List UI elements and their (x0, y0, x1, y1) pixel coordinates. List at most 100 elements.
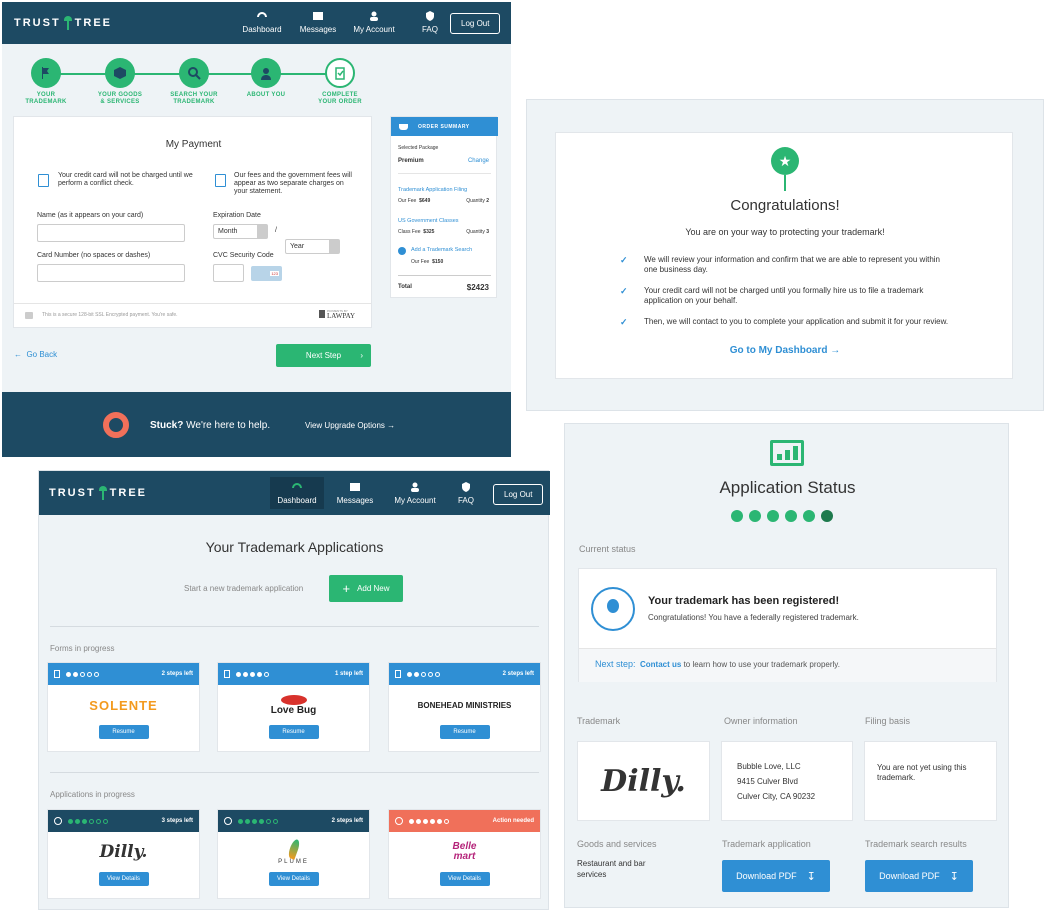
balloon-icon (591, 587, 635, 631)
form-tile-bonehead: 2 steps left BONEHEAD MINISTRIES Resume (388, 662, 541, 752)
next-step-button[interactable]: Next Step › (276, 344, 371, 367)
go-back-link[interactable]: ← Go Back (14, 350, 57, 359)
status-progress-dots (731, 510, 833, 522)
check-icon: ✓ (620, 286, 628, 296)
ribbon-icon (224, 817, 232, 825)
plus-icon: + (342, 581, 351, 596)
download-icon: ↧ (949, 870, 959, 883)
congrats-card: ★ Congratulations! You are on your way t… (555, 132, 1013, 379)
app-tile-dilly: 3 steps left Dilly. View Details (47, 809, 200, 899)
nav-faq[interactable]: FAQ (446, 477, 486, 509)
year-select[interactable]: Year (285, 239, 340, 254)
shield-icon (462, 482, 470, 492)
envelope-icon (350, 483, 360, 491)
gauge-icon (292, 483, 302, 488)
top-nav: TRUST TREE Dashboard Messages My Account … (2, 2, 511, 44)
change-package-link[interactable]: Change (468, 157, 489, 166)
view-upgrade-link[interactable]: View Upgrade Options → (305, 421, 395, 430)
dilly-logo: Dilly. (601, 763, 686, 799)
contact-us-link[interactable]: Contact us (640, 660, 681, 669)
logout-button[interactable]: Log Out (493, 484, 544, 505)
nav-account[interactable]: My Account (347, 10, 401, 34)
bonehead-logo: BONEHEAD MINISTRIES (417, 700, 512, 710)
basket-icon (399, 123, 408, 130)
step-goods: YOUR GOODS & SERVICES (85, 58, 155, 106)
order-summary-header: ORDER SUMMARY (391, 117, 498, 136)
gauge-icon (257, 12, 267, 17)
month-select[interactable]: Month (213, 224, 268, 239)
lawpay-logo: PAYMENTS BY LAWPAY (319, 309, 355, 320)
tree-icon (63, 16, 72, 30)
app-tile-bellemart: Action needed Belle mart View Details (388, 809, 541, 899)
help-footer: Stuck? We're here to help. View Upgrade … (2, 392, 511, 457)
go-to-dashboard-link[interactable]: Go to My Dashboard → (556, 345, 1014, 356)
check-icon: ✓ (620, 255, 628, 265)
lovebug-logo: Love Bug (218, 685, 369, 725)
nav-faq[interactable]: FAQ (403, 10, 457, 34)
name-input[interactable] (37, 224, 185, 242)
expiration-label: Expiration Date (213, 212, 261, 219)
credit-card-icon: 123 (251, 266, 282, 281)
nav-account[interactable]: My Account (386, 477, 444, 509)
search-icon (188, 67, 201, 80)
resume-button[interactable]: Resume (268, 725, 319, 739)
owner-card: Bubble Love, LLC 9415 Culver Blvd Culver… (721, 741, 853, 821)
document-icon (224, 670, 230, 678)
ladybug-icon (280, 694, 307, 705)
lock-icon (25, 312, 33, 319)
bar-chart-icon (770, 440, 804, 466)
ribbon-icon (395, 817, 403, 825)
download-application-button[interactable]: Download PDF ↧ (722, 860, 830, 892)
view-details-button[interactable]: View Details (439, 872, 490, 886)
envelope-icon (313, 12, 323, 20)
resume-button[interactable]: Resume (439, 725, 490, 739)
congrats-panel: ★ Congratulations! You are on your way t… (526, 99, 1044, 411)
download-search-button[interactable]: Download PDF ↧ (865, 860, 973, 892)
arrow-right-icon: → (387, 421, 396, 430)
check-icon: ✓ (620, 317, 628, 327)
dashboard-panel: TRUST TREE Dashboard Messages My Account … (38, 470, 550, 910)
nav-dashboard[interactable]: Dashboard (270, 477, 324, 509)
plume-logo: PLUME (218, 832, 369, 872)
trademark-card: Dilly. (577, 741, 710, 821)
logo: TRUST TREE (14, 16, 113, 30)
view-details-button[interactable]: View Details (98, 872, 149, 886)
chevron-right-icon: › (360, 351, 363, 360)
flag-icon (42, 67, 49, 79)
feather-icon (286, 838, 301, 860)
cvc-input[interactable] (213, 264, 244, 282)
resume-button[interactable]: Resume (98, 725, 149, 739)
step-search: SEARCH YOUR TRADEMARK (159, 58, 229, 106)
card-number-input[interactable] (37, 264, 185, 282)
nav-messages[interactable]: Messages (291, 10, 345, 34)
payment-card: My Payment Your credit card will not be … (13, 116, 372, 328)
order-summary: ORDER SUMMARY Selected Package Premium C… (390, 116, 498, 298)
dashboard-title: Your Trademark Applications (205, 539, 384, 555)
lawpay-shield-icon (319, 310, 325, 318)
form-tile-lovebug: 1 step left Love Bug Resume (217, 662, 370, 752)
order-total: $2423 (466, 283, 489, 292)
bellemart-logo: Belle mart (452, 841, 477, 862)
card-number-label: Card Number (no spaces or dashes) (37, 252, 151, 259)
add-new-button[interactable]: + Add New (329, 575, 403, 602)
clipboard-icon (335, 67, 345, 80)
payment-panel: TRUST TREE Dashboard Messages My Account … (2, 2, 511, 457)
calendar-check-icon (38, 174, 49, 187)
nav-dashboard[interactable]: Dashboard (235, 10, 289, 34)
shield-icon (426, 11, 434, 21)
congrats-subtitle: You are on your way to protecting your t… (685, 227, 885, 237)
status-panel: Application Status Current status Your t… (564, 423, 1009, 908)
view-details-button[interactable]: View Details (268, 872, 319, 886)
document-icon (54, 670, 60, 678)
dilly-logo: Dilly. (99, 842, 148, 862)
nav-messages[interactable]: Messages (326, 477, 384, 509)
date-slash: / (275, 227, 277, 234)
calendar-icon (215, 174, 226, 187)
arrow-left-icon: ← (14, 350, 22, 359)
search-checkbox-icon[interactable] (398, 247, 406, 255)
tree-icon (98, 486, 107, 500)
name-label: Name (as it appears on your card) (37, 212, 144, 219)
lifebuoy-icon (103, 412, 129, 438)
logout-button[interactable]: Log Out (450, 13, 501, 34)
note-fees: Our fees and the government fees will ap… (234, 172, 352, 195)
